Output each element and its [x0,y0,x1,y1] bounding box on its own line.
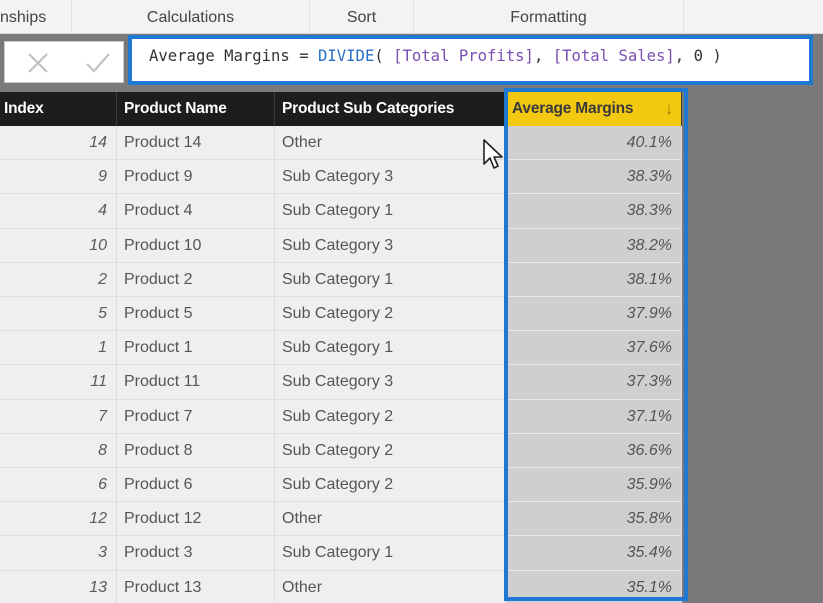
sort-descending-icon[interactable]: ↓ [665,92,674,126]
formula-open-paren: ( [374,47,394,65]
cell-index[interactable]: 9 [0,160,117,195]
cell-product-name[interactable]: Product 12 [117,502,275,537]
table-row[interactable]: 2 Product 2 Sub Category 1 38.1% [0,262,682,297]
table-row[interactable]: 14 Product 14 Other 40.1% [0,126,682,161]
cell-product-name[interactable]: Product 6 [117,468,275,503]
cell-product-name[interactable]: Product 8 [117,433,275,468]
formula-measure-name: Average Margins = [149,47,318,65]
cell-product-name[interactable]: Product 2 [117,262,275,297]
cell-product-sub-category[interactable]: Sub Category 1 [275,536,506,571]
column-header-product-name[interactable]: Product Name [117,92,275,126]
formula-bar-buttons [4,41,124,83]
cell-index[interactable]: 14 [0,126,117,161]
cell-average-margin[interactable]: 37.3% [506,365,682,400]
cell-average-margin[interactable]: 35.9% [506,468,682,503]
cell-product-name[interactable]: Product 14 [117,126,275,161]
column-header-average-margins[interactable]: Average Margins ↓ [506,92,682,126]
cell-index[interactable]: 4 [0,194,117,229]
cell-product-sub-category[interactable]: Sub Category 1 [275,194,506,229]
table-row[interactable]: 11 Product 11 Sub Category 3 37.3% [0,365,682,400]
cell-product-sub-category[interactable]: Sub Category 2 [275,297,506,332]
cell-product-sub-category[interactable]: Sub Category 2 [275,468,506,503]
ribbon-group-sort: Sort [310,0,414,34]
cell-product-name[interactable]: Product 10 [117,228,275,263]
cell-product-name[interactable]: Product 3 [117,536,275,571]
cell-product-sub-category[interactable]: Sub Category 2 [275,399,506,434]
ribbon-group-empty [684,0,823,34]
cell-average-margin[interactable]: 38.2% [506,228,682,263]
cell-index[interactable]: 2 [0,262,117,297]
cell-average-margin[interactable]: 35.4% [506,536,682,571]
cell-product-sub-category[interactable]: Sub Category 3 [275,160,506,195]
cell-average-margin[interactable]: 38.3% [506,194,682,229]
cell-product-name[interactable]: Product 1 [117,331,275,366]
formula-input[interactable]: Average Margins = DIVIDE( [Total Profits… [132,39,809,81]
table-row[interactable]: 1 Product 1 Sub Category 1 37.6% [0,331,682,366]
table-row[interactable]: 12 Product 12 Other 35.8% [0,502,682,537]
cell-product-name[interactable]: Product 11 [117,365,275,400]
table-row[interactable]: 13 Product 13 Other 35.1% [0,570,682,603]
cell-product-name[interactable]: Product 5 [117,297,275,332]
column-header-average-margins-label: Average Margins [512,100,634,117]
cell-index[interactable]: 5 [0,297,117,332]
formula-arg-total-profits: [Total Profits] [393,47,534,65]
cell-index[interactable]: 12 [0,502,117,537]
cell-product-sub-category[interactable]: Other [275,570,506,603]
cell-product-sub-category[interactable]: Sub Category 3 [275,365,506,400]
table-row[interactable]: 6 Product 6 Sub Category 2 35.9% [0,468,682,503]
table-row[interactable]: 10 Product 10 Sub Category 3 38.2% [0,228,682,263]
cell-average-margin[interactable]: 37.1% [506,399,682,434]
cell-index[interactable]: 13 [0,570,117,603]
cell-average-margin[interactable]: 36.6% [506,433,682,468]
close-icon [28,53,48,73]
commit-formula-button[interactable] [83,48,113,78]
formula-input-box[interactable]: Average Margins = DIVIDE( [Total Profits… [128,35,813,85]
column-header-index[interactable]: Index [0,92,117,126]
check-icon [86,53,110,73]
table-row[interactable]: 5 Product 5 Sub Category 2 37.9% [0,297,682,332]
cell-index[interactable]: 8 [0,433,117,468]
cell-average-margin[interactable]: 37.6% [506,331,682,366]
ribbon: nships Calculations Sort Formatting [0,0,823,34]
cell-product-sub-category[interactable]: Sub Category 3 [275,228,506,263]
cell-product-name[interactable]: Product 7 [117,399,275,434]
formula-arg-total-sales: [Total Sales] [552,47,675,65]
cell-average-margin[interactable]: 35.8% [506,502,682,537]
column-header-product-sub-categories[interactable]: Product Sub Categories [275,92,506,126]
cell-product-sub-category[interactable]: Sub Category 1 [275,331,506,366]
cell-index[interactable]: 3 [0,536,117,571]
table-row[interactable]: 9 Product 9 Sub Category 3 38.3% [0,160,682,195]
formula-function: DIVIDE [318,47,375,65]
table-row[interactable]: 8 Product 8 Sub Category 2 36.6% [0,433,682,468]
cell-product-name[interactable]: Product 4 [117,194,275,229]
cell-product-name[interactable]: Product 13 [117,570,275,603]
cell-average-margin[interactable]: 38.1% [506,262,682,297]
cell-product-sub-category[interactable]: Sub Category 1 [275,262,506,297]
table-row[interactable]: 4 Product 4 Sub Category 1 38.3% [0,194,682,229]
cell-average-margin[interactable]: 40.1% [506,126,682,161]
formula-rest: , 0 ) [674,47,722,65]
ribbon-group-relationships: nships [0,0,72,34]
table-row[interactable]: 3 Product 3 Sub Category 1 35.4% [0,536,682,571]
ribbon-group-calculations: Calculations [72,0,310,34]
cell-product-sub-category[interactable]: Other [275,502,506,537]
cell-index[interactable]: 11 [0,365,117,400]
formula-separator: , [533,47,553,65]
cell-index[interactable]: 6 [0,468,117,503]
cell-product-sub-category[interactable]: Other [275,126,506,161]
cell-index[interactable]: 1 [0,331,117,366]
cancel-formula-button[interactable] [23,48,53,78]
ribbon-group-formatting: Formatting [414,0,684,34]
cell-index[interactable]: 7 [0,399,117,434]
cell-average-margin[interactable]: 35.1% [506,570,682,603]
cell-product-name[interactable]: Product 9 [117,160,275,195]
cell-index[interactable]: 10 [0,228,117,263]
cell-average-margin[interactable]: 38.3% [506,160,682,195]
cell-average-margin[interactable]: 37.9% [506,297,682,332]
formula-bar: Average Margins = DIVIDE( [Total Profits… [0,34,823,88]
cell-product-sub-category[interactable]: Sub Category 2 [275,433,506,468]
table-row[interactable]: 7 Product 7 Sub Category 2 37.1% [0,399,682,434]
